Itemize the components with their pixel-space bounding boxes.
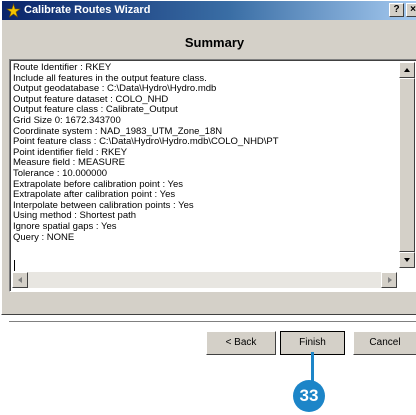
arrow-up-icon [404,68,410,72]
step-callout-badge: 33 [293,380,325,412]
back-button[interactable]: < Back [206,331,276,355]
summary-line: Route Identifier : RKEY [13,62,112,73]
wizard-dialog: Calibrate Routes Wizard ? × Summary Rout… [1,1,416,323]
summary-textbox-inner: Route Identifier : RKEY Include all feat… [10,60,416,291]
arrow-down-icon [404,258,410,262]
scroll-down-button[interactable] [399,252,415,268]
arrow-left-icon [18,277,22,283]
summary-textbox[interactable]: Route Identifier : RKEY Include all feat… [9,59,416,292]
page-title: Summary [184,35,245,50]
scroll-up-button[interactable] [399,62,415,78]
cancel-button[interactable]: Cancel [353,331,416,355]
vertical-scroll-thumb[interactable] [399,78,415,252]
text-cursor [14,260,15,271]
horizontal-scrollbar[interactable] [12,272,397,288]
vertical-scrollbar[interactable] [399,62,415,268]
callout-leader-line [311,352,314,382]
window-title: Calibrate Routes Wizard [24,4,151,16]
divider [9,321,416,323]
summary-line: Query : NONE [13,231,75,243]
scroll-right-button[interactable] [381,272,397,288]
help-button[interactable]: ? [389,3,404,17]
summary-line: Grid Size 0: 1672.343700 [13,114,121,126]
summary-line: Tolerance : 10.000000 [13,167,108,179]
arrow-right-icon [388,277,392,283]
close-button[interactable]: × [406,3,416,17]
title-bar[interactable]: Calibrate Routes Wizard ? × [2,1,416,20]
summary-line: Ignore spatial gaps : Yes [13,220,117,232]
scroll-left-button[interactable] [12,272,28,288]
wizard-star-icon [6,3,21,18]
summary-lines: Route Identifier : RKEY Include all feat… [13,62,279,243]
